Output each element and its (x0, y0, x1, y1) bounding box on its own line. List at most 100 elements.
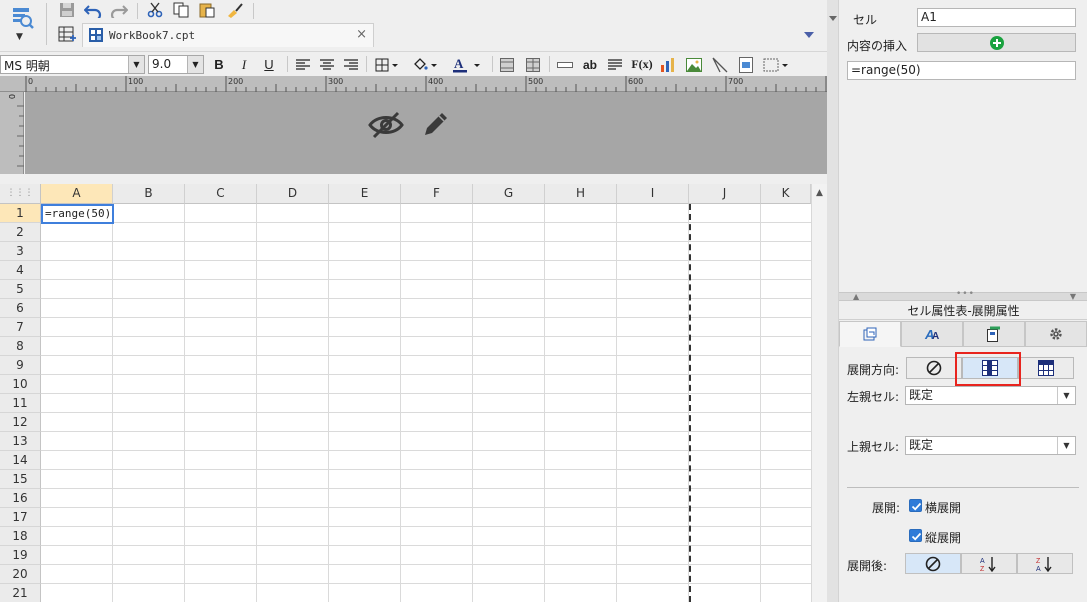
horizontal-expand-checkbox[interactable] (909, 499, 922, 512)
chevron-up-icon[interactable]: ▲ (816, 188, 823, 198)
chevron-up-icon[interactable]: ▲ (853, 292, 859, 301)
bold-button[interactable]: B (210, 55, 228, 74)
column-header-b[interactable]: B (113, 184, 185, 204)
row-header-1[interactable]: 1 (0, 204, 41, 223)
left-parent-select[interactable]: 既定 ▼ (905, 386, 1076, 405)
column-header-g[interactable]: G (473, 184, 545, 204)
direction-horizontal-button[interactable] (1018, 357, 1074, 379)
sort-ascending-button[interactable]: AZ (961, 553, 1017, 574)
row-header-12[interactable]: 12 (0, 413, 41, 432)
row-header-6[interactable]: 6 (0, 299, 41, 318)
font-size-select[interactable]: 9.0 ▼ (148, 55, 204, 74)
panel-splitter[interactable]: ▲ ••• ▼ (839, 289, 1087, 301)
align-center-button[interactable] (318, 55, 336, 74)
row-header-2[interactable]: 2 (0, 223, 41, 242)
close-icon[interactable]: × (356, 27, 367, 42)
chevron-down-icon[interactable]: ▼ (187, 56, 203, 73)
copy-button[interactable] (170, 0, 192, 20)
row-header-21[interactable]: 21 (0, 584, 41, 602)
column-header-e[interactable]: E (329, 184, 401, 204)
column-header-j[interactable]: J (689, 184, 761, 204)
tab-settings[interactable] (1025, 321, 1087, 347)
undo-button[interactable] (82, 0, 104, 20)
row-header-18[interactable]: 18 (0, 527, 41, 546)
cell-element-button[interactable] (762, 55, 790, 74)
direction-vertical-button[interactable] (962, 357, 1018, 379)
chevron-down-icon[interactable]: ▼ (1057, 387, 1075, 404)
row-header-5[interactable]: 5 (0, 280, 41, 299)
row-header-19[interactable]: 19 (0, 546, 41, 565)
formula-field[interactable]: =range(50) (847, 61, 1076, 80)
row-header-16[interactable]: 16 (0, 489, 41, 508)
border-button[interactable] (372, 55, 402, 74)
pane-divider[interactable] (827, 0, 838, 602)
column-header-a[interactable]: A (41, 184, 113, 204)
column-header-c[interactable]: C (185, 184, 257, 204)
tab-attributes[interactable] (963, 321, 1025, 347)
tab-menu-icon[interactable] (803, 29, 815, 44)
row-header-14[interactable]: 14 (0, 451, 41, 470)
cut-button[interactable] (144, 0, 166, 20)
chevron-down-icon[interactable]: ▼ (1070, 292, 1076, 301)
rich-text-button[interactable] (606, 55, 624, 74)
text-field-button[interactable] (556, 55, 574, 74)
column-header-d[interactable]: D (257, 184, 329, 204)
vertical-expand-checkbox[interactable] (909, 529, 922, 542)
chevron-down-icon[interactable] (829, 14, 837, 22)
row-header-15[interactable]: 15 (0, 470, 41, 489)
row-header-17[interactable]: 17 (0, 508, 41, 527)
row-header-9[interactable]: 9 (0, 356, 41, 375)
vertical-scrollbar[interactable]: ▲ (811, 184, 827, 602)
sort-descending-button[interactable]: ZA (1017, 553, 1073, 574)
cell-area[interactable] (41, 204, 811, 602)
spreadsheet-grid[interactable]: ⋮⋮⋮ ABCDEFGHIJK 1 2 3 4 5 6 7 8 9 10 11 12 13 14 15 16 1… (0, 184, 827, 602)
underline-button[interactable]: U (260, 55, 278, 74)
drag-handle-icon[interactable]: ••• (956, 289, 975, 299)
row-header-8[interactable]: 8 (0, 337, 41, 356)
column-header-h[interactable]: H (545, 184, 617, 204)
chevron-down-icon[interactable]: ▼ (1057, 437, 1075, 454)
fill-color-button[interactable] (410, 55, 440, 74)
paste-button[interactable] (196, 0, 218, 20)
select-all-corner[interactable]: ⋮⋮⋮ (0, 184, 41, 204)
cell-a1[interactable]: =range(50) (41, 204, 114, 224)
italic-button[interactable]: I (235, 55, 253, 74)
chevron-down-icon[interactable]: ▼ (128, 56, 144, 73)
cell-name-field[interactable]: A1 (917, 8, 1076, 27)
chart-button[interactable] (658, 55, 678, 74)
pencil-icon[interactable] (421, 109, 451, 139)
direction-none-button[interactable] (906, 357, 962, 379)
preview-button[interactable]: ▼ (4, 2, 40, 46)
font-color-button[interactable]: A (450, 55, 484, 74)
sub-report-button[interactable] (736, 55, 756, 74)
after-expand-none-button[interactable] (905, 553, 961, 574)
row-header-10[interactable]: 10 (0, 375, 41, 394)
row-header-11[interactable]: 11 (0, 394, 41, 413)
align-left-button[interactable] (294, 55, 312, 74)
image-button[interactable] (684, 55, 704, 74)
column-header-i[interactable]: I (617, 184, 689, 204)
font-family-select[interactable]: MS 明朝 ▼ (0, 55, 145, 74)
unmerge-cells-button[interactable] (524, 55, 542, 74)
merge-cells-button[interactable] (498, 55, 516, 74)
save-button[interactable] (56, 0, 78, 20)
row-header-20[interactable]: 20 (0, 565, 41, 584)
tab-style[interactable]: AA (901, 321, 963, 347)
column-header-f[interactable]: F (401, 184, 473, 204)
tab-cell-element[interactable] (839, 321, 901, 347)
redo-button[interactable] (108, 0, 130, 20)
text-button[interactable]: ab (580, 55, 600, 74)
formula-button[interactable]: F(x) (630, 55, 654, 74)
insert-content-button[interactable] (917, 33, 1076, 52)
top-parent-select[interactable]: 既定 ▼ (905, 436, 1076, 455)
slash-button[interactable] (710, 55, 730, 74)
align-right-button[interactable] (342, 55, 360, 74)
tab-workbook[interactable]: WorkBook7.cpt × (82, 23, 374, 47)
row-header-3[interactable]: 3 (0, 242, 41, 261)
format-painter-button[interactable] (224, 0, 246, 20)
hide-eye-icon[interactable] (368, 110, 404, 140)
column-header-k[interactable]: K (761, 184, 811, 204)
row-header-7[interactable]: 7 (0, 318, 41, 337)
row-header-13[interactable]: 13 (0, 432, 41, 451)
row-header-4[interactable]: 4 (0, 261, 41, 280)
